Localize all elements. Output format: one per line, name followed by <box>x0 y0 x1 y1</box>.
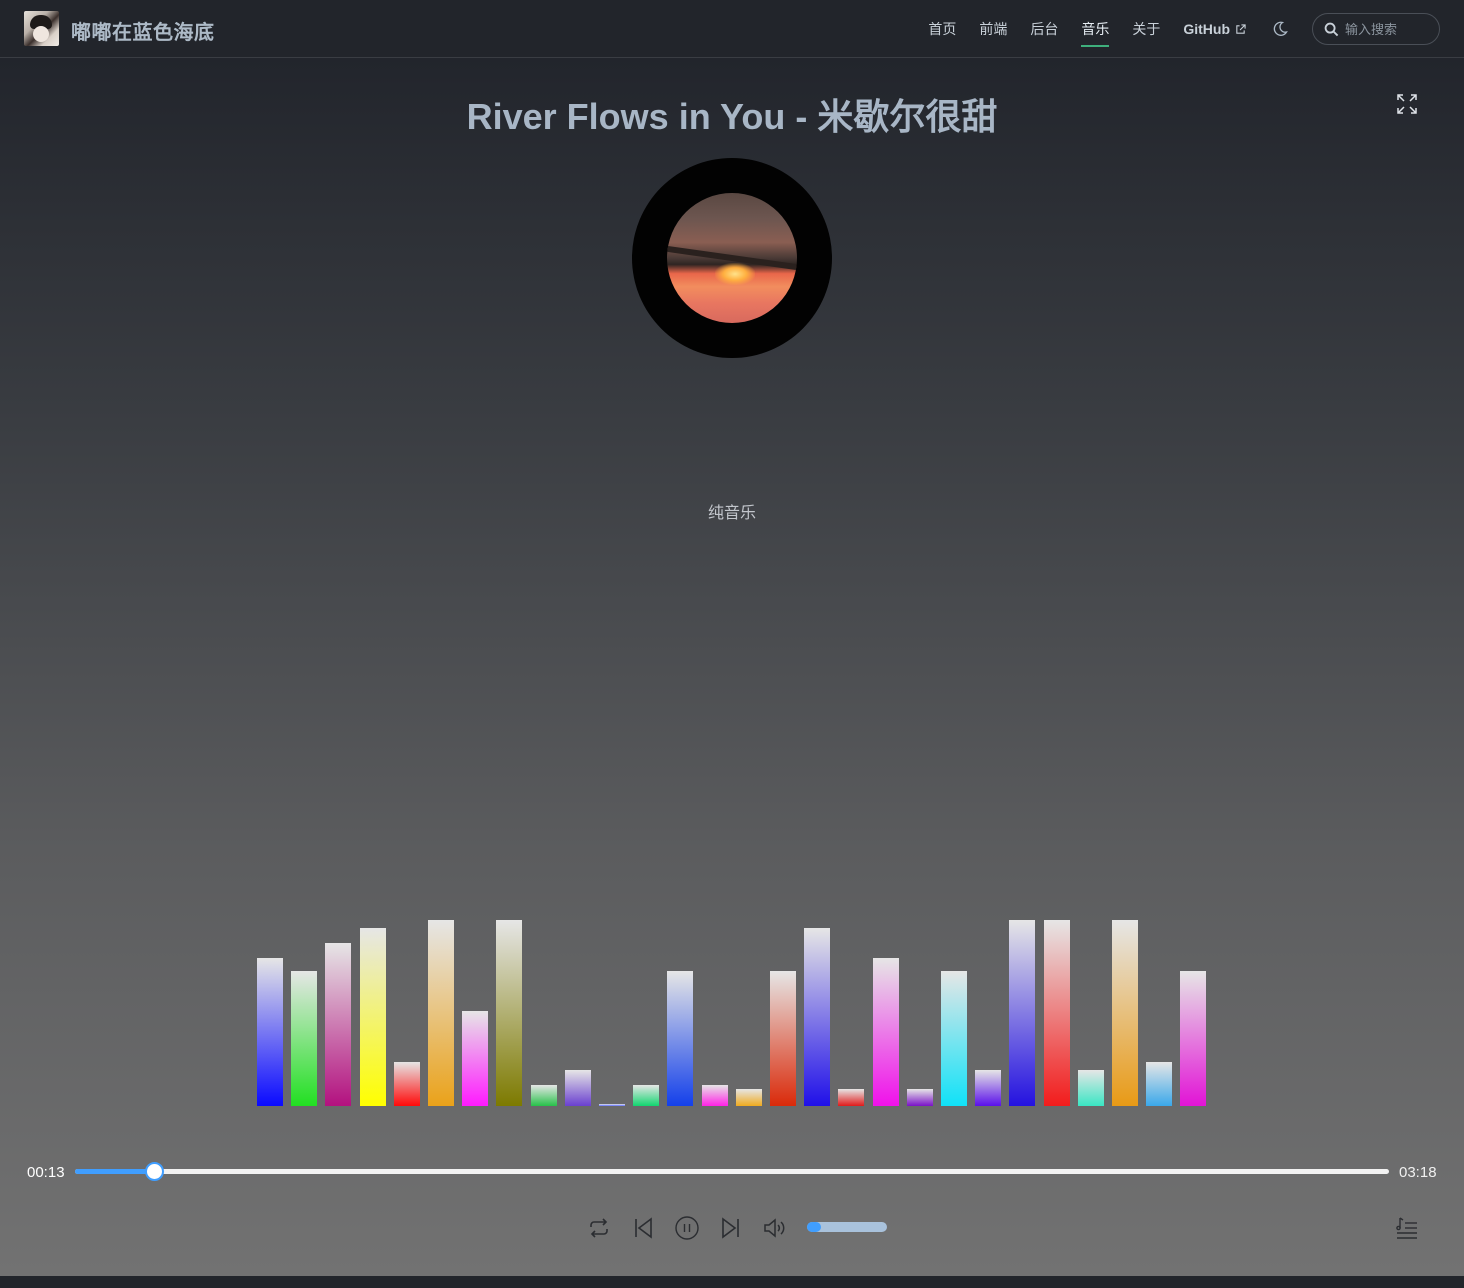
visualizer-bar <box>907 1089 933 1106</box>
visualizer-bar <box>1078 1070 1104 1106</box>
music-player: River Flows in You - 米歇尔很甜 纯音乐 00:13 03:… <box>0 58 1464 1276</box>
nav-item-home[interactable]: 首页 <box>928 15 956 43</box>
visualizer-bar <box>804 928 830 1106</box>
nav-item-about[interactable]: 关于 <box>1132 15 1160 43</box>
visualizer-bar <box>394 1062 420 1106</box>
visualizer-bar <box>941 971 967 1106</box>
visualizer-bar <box>496 920 522 1106</box>
volume-fill <box>807 1222 822 1232</box>
visualizer-bar <box>462 1011 488 1106</box>
visualizer-bar <box>531 1085 557 1106</box>
visualizer-bar <box>291 971 317 1106</box>
visualizer-bar <box>975 1070 1001 1106</box>
github-label: GitHub <box>1183 21 1230 37</box>
visualizer-bar <box>736 1089 762 1106</box>
visualizer-bar <box>599 1104 625 1106</box>
previous-icon[interactable] <box>631 1216 655 1240</box>
visualizer-bar <box>667 971 693 1106</box>
playlist-icon[interactable] <box>1395 1216 1419 1240</box>
progress-bar[interactable] <box>75 1162 1389 1181</box>
pause-icon[interactable] <box>675 1216 699 1240</box>
album-cover <box>667 193 797 323</box>
next-icon[interactable] <box>719 1216 743 1240</box>
current-time: 00:13 <box>27 1164 65 1181</box>
visualizer-bar <box>325 943 351 1106</box>
visualizer-bar <box>702 1085 728 1106</box>
visualizer-bar <box>873 958 899 1106</box>
visualizer-bar <box>1112 920 1138 1106</box>
visualizer-bar <box>1146 1062 1172 1106</box>
fullscreen-icon[interactable] <box>1396 93 1418 115</box>
visualizer-bar <box>1044 920 1070 1106</box>
nav-links: 首页 前端 后台 音乐 关于 GitHub <box>928 0 1464 58</box>
navbar: 嘟嘟在蓝色海底 首页 前端 后台 音乐 关于 GitHub <box>0 0 1464 58</box>
audio-visualizer <box>257 906 1209 1106</box>
nav-item-github[interactable]: GitHub <box>1183 17 1246 41</box>
visualizer-bar <box>1009 920 1035 1106</box>
footer-strip <box>0 1276 1464 1288</box>
site-title[interactable]: 嘟嘟在蓝色海底 <box>71 16 215 45</box>
visualizer-bar <box>257 958 283 1106</box>
search-icon <box>1324 22 1339 36</box>
search-input[interactable] <box>1345 21 1425 37</box>
album-disc <box>632 158 832 358</box>
visualizer-bar <box>770 971 796 1106</box>
repeat-icon[interactable] <box>587 1216 611 1240</box>
nav-item-frontend[interactable]: 前端 <box>979 15 1007 43</box>
site-logo[interactable] <box>24 11 59 46</box>
visualizer-bar <box>1180 971 1206 1106</box>
volume-icon[interactable] <box>763 1216 787 1240</box>
lyric-line: 纯音乐 <box>707 505 756 522</box>
search-box[interactable] <box>1312 13 1440 45</box>
progress-fill <box>75 1169 154 1174</box>
visualizer-bar <box>838 1089 864 1106</box>
song-title: River Flows in You - 米歇尔很甜 <box>466 96 998 137</box>
visualizer-bar <box>360 928 386 1106</box>
visualizer-bar <box>633 1085 659 1106</box>
visualizer-bar <box>428 920 454 1106</box>
progress-thumb[interactable] <box>144 1162 164 1181</box>
moon-icon[interactable] <box>1272 21 1288 37</box>
total-time: 03:18 <box>1399 1164 1437 1181</box>
visualizer-bar <box>565 1070 591 1106</box>
volume-slider[interactable] <box>807 1222 887 1232</box>
external-link-icon <box>1236 23 1246 34</box>
nav-item-music[interactable]: 音乐 <box>1081 15 1110 47</box>
nav-item-backend[interactable]: 后台 <box>1030 15 1058 43</box>
